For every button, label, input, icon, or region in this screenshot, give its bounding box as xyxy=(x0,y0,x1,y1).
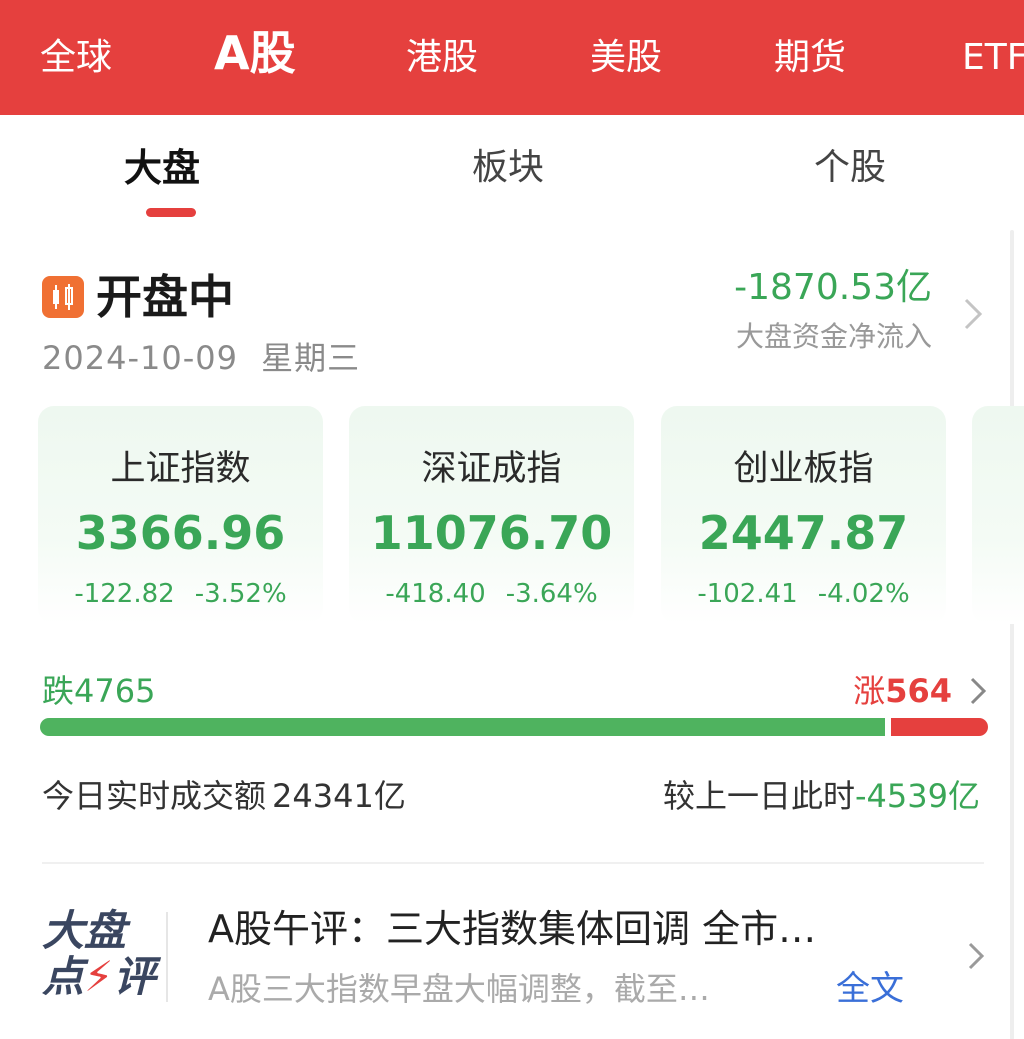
chevron-right-icon[interactable] xyxy=(964,674,992,708)
chevron-right-icon[interactable] xyxy=(955,294,991,334)
index-name: 深证成指 xyxy=(421,449,562,489)
index-card-shenzhen[interactable]: 深证成指 11076.70 -418.40 -3.64% xyxy=(349,406,634,624)
tab-us-stocks[interactable]: 美股 xyxy=(590,36,662,80)
index-change: -418.40 xyxy=(385,579,486,609)
tab-a-shares[interactable]: A股 xyxy=(214,26,296,80)
market-date: 2024-10-09 星期三 xyxy=(42,336,360,380)
breadth-bar xyxy=(40,718,988,736)
news-summary[interactable]: A股三大指数早盘大幅调整，截至… xyxy=(208,966,710,1012)
market-status-title: 开盘中 xyxy=(96,270,234,324)
news-separator xyxy=(166,912,168,1002)
index-value: 3366.96 xyxy=(75,506,286,560)
turnover-today: 今日实时成交额 24341亿 xyxy=(42,774,406,818)
index-change: -102.41 xyxy=(697,579,798,609)
subtab-active-indicator xyxy=(146,208,196,217)
turnover-value: 24341亿 xyxy=(272,777,406,815)
advancers-count[interactable]: 涨564 xyxy=(853,670,952,712)
subtab-stocks[interactable]: 个股 xyxy=(814,145,886,191)
decliners-number: 4765 xyxy=(74,672,156,710)
tab-hk-stocks[interactable]: 港股 xyxy=(406,36,478,80)
index-change-pct: -3.64% xyxy=(505,579,598,609)
section-divider xyxy=(42,862,984,864)
tab-futures[interactable]: 期货 xyxy=(774,36,846,80)
turnover-compare: 较上一日此时-4539亿 xyxy=(663,774,980,818)
subtab-market[interactable]: 大盘 xyxy=(124,145,200,191)
market-tab-bar: 全球 A股 港股 美股 期货 ETF xyxy=(0,0,1024,115)
logo-char-a: 点 xyxy=(42,952,85,1001)
candlestick-icon xyxy=(42,276,84,318)
index-change-pct: -3.52% xyxy=(194,579,287,609)
logo-line-1: 大盘 xyxy=(42,906,127,955)
index-value: 11076.70 xyxy=(370,506,613,560)
index-card-chinext[interactable]: 创业板指 2447.87 -102.41 -4.02% xyxy=(661,406,946,624)
index-change-row: -418.40 -3.64% xyxy=(349,576,634,612)
index-change-pct: -4.02% xyxy=(817,579,910,609)
tab-etf[interactable]: ETF xyxy=(962,36,1024,80)
index-change: -122.82 xyxy=(74,579,175,609)
breadth-bar-advancers xyxy=(891,718,988,736)
weekday-text: 星期三 xyxy=(261,339,361,377)
index-card-shanghai[interactable]: 上证指数 3366.96 -122.82 -3.52% xyxy=(38,406,323,624)
lightning-icon: ⚡ xyxy=(84,952,114,1001)
decliners-count[interactable]: 跌4765 xyxy=(42,670,155,712)
decliners-label: 跌 xyxy=(42,672,75,710)
tab-global[interactable]: 全球 xyxy=(40,36,112,80)
index-change-row: -122.82 -3.52% xyxy=(38,576,323,612)
logo-char-b: 评 xyxy=(113,952,156,1001)
index-name: 上证指数 xyxy=(110,449,251,489)
net-flow-value[interactable]: -1870.53亿 xyxy=(734,264,932,312)
compare-label: 较上一日此时 xyxy=(662,777,855,815)
advancers-label: 涨 xyxy=(853,672,886,710)
index-name: 创业板指 xyxy=(733,449,874,489)
scrollbar[interactable] xyxy=(1010,230,1014,1039)
net-flow-label: 大盘资金净流入 xyxy=(735,320,932,353)
compare-value: -4539亿 xyxy=(855,777,980,815)
market-review-logo: 大盘 点⚡评 xyxy=(42,904,156,1004)
index-card-next-partial[interactable] xyxy=(972,406,1024,624)
read-full-link[interactable]: 全文 xyxy=(836,966,904,1012)
date-text: 2024-10-09 xyxy=(42,339,238,377)
turnover-label: 今日实时成交额 xyxy=(42,777,267,815)
breadth-bar-decliners xyxy=(40,718,885,736)
advancers-number: 564 xyxy=(885,672,952,710)
news-headline[interactable]: A股午评：三大指数集体回调 全市… xyxy=(208,904,816,954)
logo-line-2: 点⚡评 xyxy=(42,954,156,1000)
index-value: 2447.87 xyxy=(698,506,909,560)
subtab-sectors[interactable]: 板块 xyxy=(472,145,544,191)
index-change-row: -102.41 -4.02% xyxy=(661,576,946,612)
chevron-right-icon[interactable] xyxy=(962,938,990,974)
